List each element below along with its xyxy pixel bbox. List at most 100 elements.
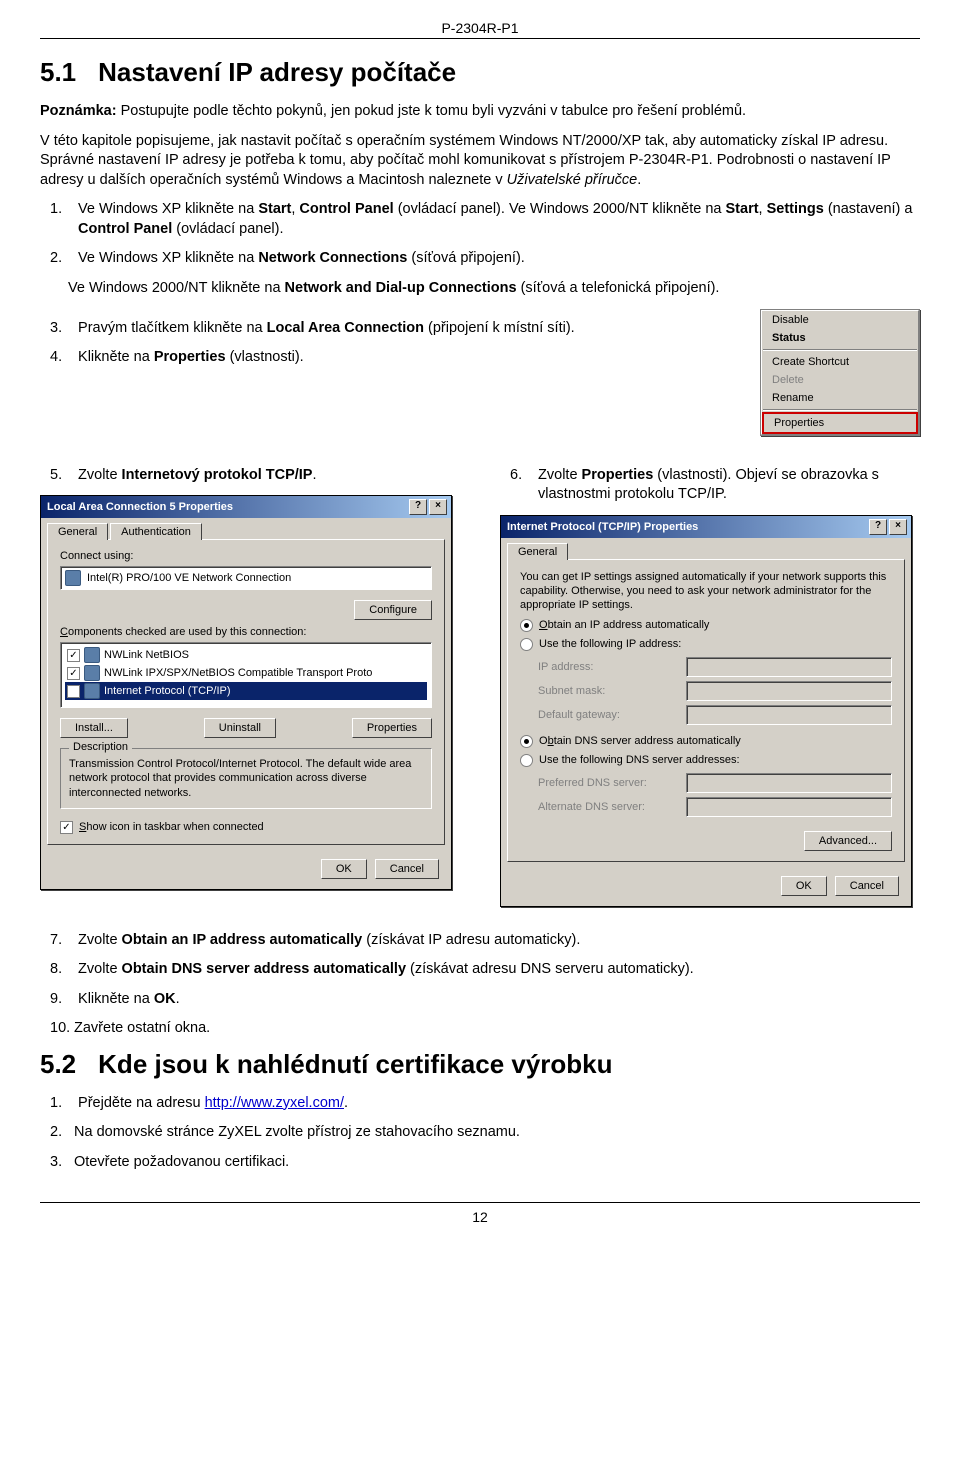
radio-icon — [520, 619, 533, 632]
close-button-icon[interactable]: × — [429, 499, 447, 515]
ctx-item-create-shortcut[interactable]: Create Shortcut — [762, 353, 918, 371]
list-item[interactable]: ✓NWLink IPX/SPX/NetBIOS Compatible Trans… — [65, 664, 427, 682]
checkbox-icon[interactable]: ✓ — [67, 685, 80, 698]
step-6-wrap: Zvolte Properties (vlastnosti). Objeví s… — [500, 466, 920, 505]
checkbox-icon[interactable]: ✓ — [67, 667, 80, 680]
radio-label: Obtain DNS server address automatically — [539, 735, 741, 747]
step-3: Pravým tlačítkem klikněte na Local Area … — [50, 319, 740, 339]
install-button[interactable]: Install... — [60, 718, 128, 738]
divider-bottom — [40, 1202, 920, 1203]
ctx-item-disable[interactable]: Disable — [762, 311, 918, 329]
list-item[interactable]: ✓NWLink NetBIOS — [65, 646, 427, 664]
ctx-separator — [763, 409, 917, 411]
zyxel-link[interactable]: http://www.zyxel.com/ — [205, 1095, 344, 1111]
ctx-item-status[interactable]: Status — [762, 329, 918, 347]
tab-general[interactable]: General — [47, 523, 108, 540]
section-5-2-heading: 5.2Kde jsou k nahlédnutí certifikace výr… — [40, 1049, 920, 1080]
dialog-titlebar[interactable]: Internet Protocol (TCP/IP) Properties ? … — [501, 516, 911, 538]
radio-icon — [520, 754, 533, 767]
page-header: P-2304R-P1 — [40, 20, 920, 38]
dialog-title: Local Area Connection 5 Properties — [47, 501, 233, 513]
page-number: 12 — [40, 1209, 920, 1225]
steps-list-34: Pravým tlačítkem klikněte na Local Area … — [40, 319, 740, 368]
list-item-selected[interactable]: ✓Internet Protocol (TCP/IP) — [65, 682, 427, 700]
ip-address-row: IP address: — [538, 657, 892, 677]
radio-obtain-dns-auto[interactable]: Obtain DNS server address automatically … — [520, 735, 892, 748]
intro-paragraph: V této kapitole popisujeme, jak nastavit… — [40, 132, 920, 191]
help-button-icon[interactable]: ? — [869, 519, 887, 535]
label-components: CComponents checked are used by this con… — [60, 626, 306, 638]
preferred-dns-row: Preferred DNS server: — [538, 773, 892, 793]
gw-input — [686, 705, 892, 725]
steps-7-10: Zvolte Obtain an IP address automaticall… — [40, 931, 920, 1039]
group-label: Description — [69, 741, 132, 753]
tab-general[interactable]: General — [507, 543, 568, 560]
label-connect-using: Connect using: — [60, 550, 432, 562]
step-9: Klikněte na OK. — [50, 990, 920, 1010]
step-5-wrap: Zvolte Internetový protokol TCP/IP. — [40, 466, 460, 486]
note-text: Postupujte podle těchto pokynů, jen poku… — [117, 103, 747, 119]
ctx-item-rename[interactable]: Rename — [762, 389, 918, 407]
cancel-button[interactable]: Cancel — [375, 859, 439, 879]
checkbox-icon[interactable]: ✓ — [67, 649, 80, 662]
adns-input — [686, 797, 892, 817]
help-button-icon[interactable]: ? — [409, 499, 427, 515]
ctx-separator — [763, 349, 917, 351]
radio-obtain-ip-auto[interactable]: Obtain an IP address automatically Obtai… — [520, 619, 892, 632]
text: . — [637, 172, 641, 188]
cancel-button[interactable]: Cancel — [835, 876, 899, 896]
text: V této kapitole popisujeme, jak nastavit… — [40, 133, 891, 188]
section-number: 5.1 — [40, 57, 76, 87]
adapter-field: Intel(R) PRO/100 VE Network Connection — [60, 566, 432, 590]
label-show-icon: Show icon in taskbar when connected — [79, 821, 264, 833]
ctx-item-delete: Delete — [762, 371, 918, 389]
step-5: Zvolte Internetový protokol TCP/IP. — [50, 466, 460, 486]
component-icon — [84, 683, 100, 699]
s52-step-1: Přejděte na adresu http://www.zyxel.com/… — [50, 1094, 920, 1114]
close-button-icon[interactable]: × — [889, 519, 907, 535]
configure-button[interactable]: Configure — [354, 600, 432, 620]
ok-button[interactable]: OK — [781, 876, 827, 896]
step-2: Ve Windows XP klikněte na Network Connec… — [50, 249, 920, 269]
intro-text: You can get IP settings assigned automat… — [520, 570, 892, 613]
step-10: Zavřete ostatní okna. — [50, 1019, 920, 1039]
radio-icon — [520, 735, 533, 748]
dialog-titlebar[interactable]: Local Area Connection 5 Properties ? × — [41, 496, 451, 518]
text-italic: Uživatelské příručce — [507, 172, 638, 188]
gateway-row: Default gateway: — [538, 705, 892, 725]
components-listbox[interactable]: ✓NWLink NetBIOS ✓NWLink IPX/SPX/NetBIOS … — [60, 642, 432, 708]
tab-panel-general: You can get IP settings assigned automat… — [507, 559, 905, 862]
adapter-name: Intel(R) PRO/100 VE Network Connection — [87, 572, 291, 584]
show-icon-row[interactable]: ✓ Show icon in taskbar when connected Sh… — [60, 821, 432, 834]
properties-button[interactable]: Properties — [352, 718, 432, 738]
step-4: Klikněte na Properties (vlastnosti). — [50, 348, 740, 368]
note-paragraph: Poznámka: Postupujte podle těchto pokynů… — [40, 102, 920, 122]
section-5-1-heading: 5.1Nastavení IP adresy počítače — [40, 57, 920, 88]
section-number: 5.2 — [40, 1049, 76, 1079]
radio-use-dns[interactable]: Use the following DNS server addresses: — [520, 754, 892, 767]
component-icon — [84, 647, 100, 663]
description-group: Description Transmission Control Protoco… — [60, 748, 432, 809]
divider-top — [40, 38, 920, 39]
step-6: Zvolte Properties (vlastnosti). Objeví s… — [510, 466, 920, 505]
tab-authentication[interactable]: Authentication — [110, 523, 202, 540]
mask-input — [686, 681, 892, 701]
ctx-item-properties[interactable]: Properties — [764, 414, 916, 432]
radio-label: Use the following IP address: — [539, 638, 681, 650]
s52-step-2: Na domovské stránce ZyXEL zvolte přístro… — [50, 1123, 920, 1143]
uninstall-button[interactable]: Uninstall — [204, 718, 276, 738]
radio-use-ip[interactable]: Use the following IP address: — [520, 638, 892, 651]
advanced-button[interactable]: Advanced... — [804, 831, 892, 851]
pdns-input — [686, 773, 892, 793]
step-8: Zvolte Obtain DNS server address automat… — [50, 960, 920, 980]
ok-button[interactable]: OK — [321, 859, 367, 879]
alternate-dns-row: Alternate DNS server: — [538, 797, 892, 817]
adapter-icon — [65, 570, 81, 586]
step-2-sub: Ve Windows 2000/NT klikněte na Network a… — [40, 279, 920, 299]
tab-strip: General Authentication — [43, 520, 449, 539]
tab-panel-general: Connect using: Intel(R) PRO/100 VE Netwo… — [47, 539, 445, 845]
checkbox-icon[interactable]: ✓ — [60, 821, 73, 834]
step-1: Ve Windows XP klikněte na Start, Control… — [50, 200, 920, 239]
tab-strip: General — [503, 540, 909, 559]
highlight-box: Properties — [762, 412, 918, 434]
